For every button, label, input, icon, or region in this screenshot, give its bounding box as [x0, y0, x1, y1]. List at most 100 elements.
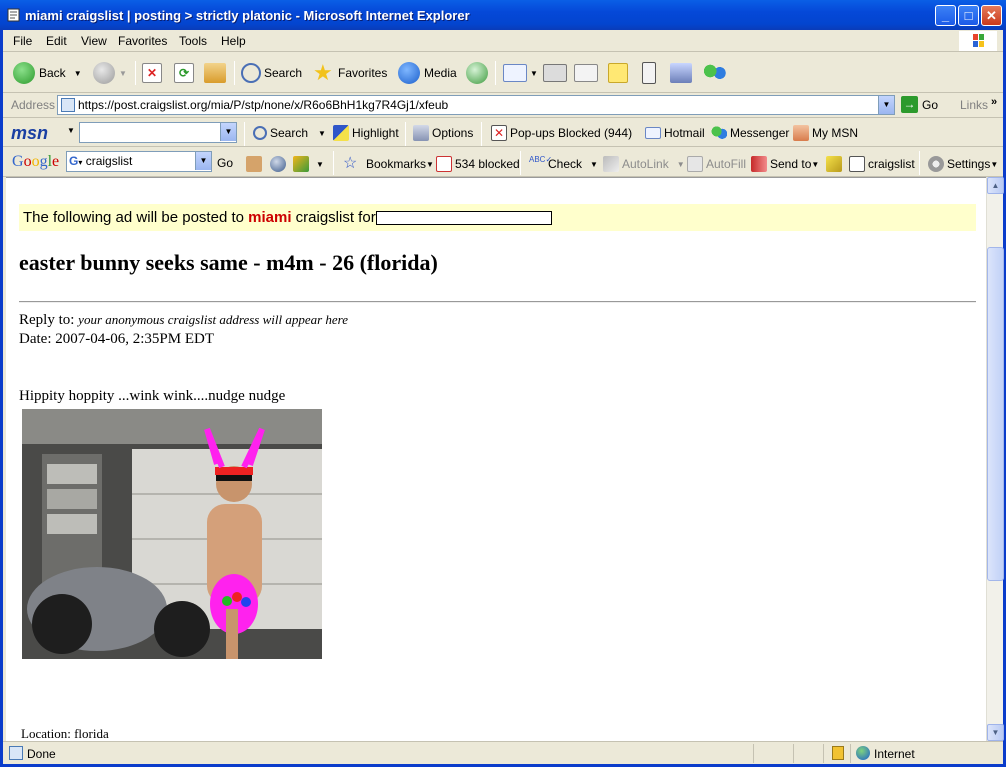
- edit-button[interactable]: [574, 60, 601, 86]
- spellcheck-icon: ABC✓: [529, 155, 553, 164]
- mail-button[interactable]: ▼: [503, 60, 538, 86]
- google-news-button[interactable]: [246, 151, 265, 177]
- msn-search-dropdown-arrow-icon[interactable]: ▼: [318, 129, 326, 138]
- edit-icon: [574, 64, 598, 82]
- puzzle-dropdown-icon[interactable]: ▼: [316, 160, 324, 169]
- send-to-button[interactable]: Send to ▼: [751, 151, 819, 177]
- minimize-button[interactable]: _: [935, 5, 956, 26]
- stop-icon: ✕: [142, 63, 162, 83]
- wand-icon: [603, 156, 619, 172]
- research-button[interactable]: [670, 60, 695, 86]
- google-globe-button[interactable]: [270, 151, 289, 177]
- back-button[interactable]: Back ▼: [13, 60, 82, 86]
- tools-icon: [413, 125, 429, 141]
- autolink-button[interactable]: AutoLink ▼: [603, 151, 685, 177]
- settings-icon: [928, 156, 944, 172]
- browser-window: miami craigslist | posting > strictly pl…: [0, 0, 1006, 767]
- messenger-toolbar-button[interactable]: [642, 60, 659, 86]
- google-search-input[interactable]: G▾ craigslist ▼: [66, 151, 212, 172]
- research-icon: [670, 63, 692, 83]
- home-button[interactable]: [204, 60, 229, 86]
- people-icon: [703, 63, 727, 83]
- menu-help[interactable]: Help: [221, 34, 246, 48]
- menu-tools[interactable]: Tools: [179, 34, 207, 48]
- user-icon: [793, 125, 809, 141]
- title-bar[interactable]: miami craigslist | posting > strictly pl…: [0, 0, 1006, 30]
- news-icon: [246, 156, 262, 172]
- menu-edit[interactable]: Edit: [46, 34, 67, 48]
- close-button[interactable]: ✕: [981, 5, 1002, 26]
- highlighter-button[interactable]: [826, 151, 845, 177]
- mail-icon: [503, 64, 527, 82]
- post-photo: [22, 409, 322, 659]
- options-button[interactable]: Options: [413, 120, 473, 146]
- scroll-down-button[interactable]: ▼: [987, 724, 1004, 741]
- menu-file[interactable]: File: [13, 34, 32, 48]
- spell-check-button[interactable]: ABC✓ Check ▼: [529, 151, 598, 177]
- page-favicon: [61, 98, 75, 112]
- home-icon: [204, 63, 226, 83]
- bookmarks-button[interactable]: ☆ Bookmarks ▼: [343, 151, 434, 177]
- star-outline-icon: ☆: [343, 155, 358, 172]
- globe-icon: [270, 156, 286, 172]
- menu-view[interactable]: View: [81, 34, 107, 48]
- puzzle-icon: [293, 156, 309, 172]
- msn-search-dropdown-icon[interactable]: ▼: [220, 123, 236, 141]
- links-button[interactable]: Links: [960, 98, 988, 112]
- print-button[interactable]: [543, 60, 570, 86]
- vertical-scrollbar[interactable]: ▲ ▼: [986, 177, 1004, 741]
- discuss-button[interactable]: [608, 60, 631, 86]
- google-search-dropdown-icon[interactable]: ▼: [195, 152, 211, 170]
- page-content: The following ad will be posted to miami…: [6, 177, 986, 741]
- settings-button[interactable]: Settings ▼: [928, 151, 998, 177]
- favorites-button[interactable]: ★ Favorites: [313, 60, 387, 86]
- google-puzzle-button[interactable]: ▼: [293, 151, 324, 177]
- search-button[interactable]: Search: [241, 60, 302, 86]
- menu-favorites[interactable]: Favorites: [118, 34, 167, 48]
- lock-icon: [832, 746, 844, 760]
- media-button[interactable]: Media: [398, 60, 457, 86]
- scroll-up-button[interactable]: ▲: [987, 177, 1004, 194]
- msn-toolbar: msn ▼ ▼ Search ▼ Highlight Options ✕ Pop…: [3, 118, 1003, 147]
- go-button[interactable]: → Go: [901, 96, 938, 113]
- hotmail-button[interactable]: Hotmail: [645, 120, 705, 146]
- popup-blocker-button[interactable]: 534 blocked: [436, 151, 520, 177]
- messenger-button[interactable]: Messenger: [711, 120, 789, 146]
- craigslist-search-button[interactable]: craigslist: [849, 151, 915, 177]
- autofill-button[interactable]: AutoFill: [687, 151, 746, 177]
- msn-search-input[interactable]: ▼: [79, 122, 237, 143]
- maximize-button[interactable]: □: [958, 5, 979, 26]
- google-logo[interactable]: Google: [12, 153, 59, 171]
- forward-button[interactable]: ▼: [93, 60, 127, 86]
- mail-dropdown-icon[interactable]: ▼: [530, 69, 538, 78]
- post-body: Hippity hoppity ...wink wink....nudge nu…: [19, 388, 286, 404]
- ie-page-icon: [7, 8, 20, 22]
- menu-bar: File Edit View Favorites Tools Help: [3, 30, 1003, 52]
- chevron-right-icon[interactable]: »: [991, 96, 997, 108]
- search-icon: [253, 126, 267, 140]
- internet-zone-icon: [856, 746, 870, 760]
- search-icon: [849, 156, 865, 172]
- address-input[interactable]: https://post.craigslist.org/mia/P/stp/no…: [57, 95, 895, 115]
- mymsn-button[interactable]: My MSN: [793, 120, 858, 146]
- status-text: Done: [27, 747, 56, 761]
- standard-toolbar: Back ▼ ▼ ✕ ⟳ Search ★ Favorites Media ▼: [3, 53, 1003, 93]
- highlight-button[interactable]: Highlight: [333, 120, 399, 146]
- google-go-button[interactable]: Go: [217, 156, 233, 170]
- msn-search-button[interactable]: Search ▼: [253, 120, 326, 146]
- msn-menu-dropdown-icon[interactable]: ▼: [67, 126, 75, 135]
- msn-logo[interactable]: msn: [11, 123, 48, 144]
- back-dropdown-icon[interactable]: ▼: [74, 69, 82, 78]
- contacts-button[interactable]: [703, 60, 730, 86]
- windows-logo-icon: [959, 31, 997, 51]
- popups-blocked-button[interactable]: ✕ Pop-ups Blocked (944) ▼: [491, 120, 652, 146]
- posting-notice: The following ad will be posted to miami…: [19, 204, 976, 231]
- history-button[interactable]: [466, 60, 492, 86]
- print-icon: [543, 64, 567, 82]
- scroll-thumb[interactable]: [987, 247, 1004, 581]
- security-zone: Internet: [874, 747, 915, 761]
- stop-button[interactable]: ✕: [142, 60, 165, 86]
- refresh-button[interactable]: ⟳: [174, 60, 197, 86]
- divider: [19, 301, 976, 303]
- address-dropdown-icon[interactable]: ▼: [878, 96, 894, 114]
